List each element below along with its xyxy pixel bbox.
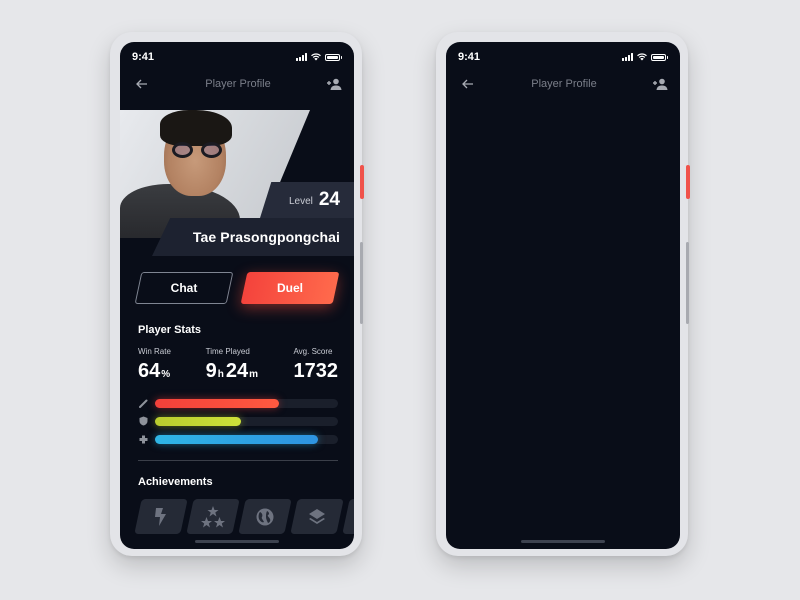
- chat-button[interactable]: Chat: [134, 272, 234, 304]
- page-title: Player Profile: [205, 78, 271, 90]
- stat-time-played: Time Played 9 h 24 m: [205, 347, 259, 382]
- add-user-icon[interactable]: [326, 77, 342, 91]
- achievements-list: [134, 499, 354, 534]
- duel-button-label: Duel: [276, 281, 303, 295]
- nav-bar: Player Profile: [120, 74, 354, 94]
- side-button: [686, 242, 689, 324]
- sword-icon: [138, 398, 148, 408]
- phone-profile-loading: 9:41 Player Profile: [436, 32, 690, 556]
- achievement-lightning[interactable]: [134, 499, 188, 534]
- shield-icon: [138, 416, 148, 426]
- home-indicator[interactable]: [521, 540, 605, 543]
- player-stats-title: Player Stats: [138, 324, 201, 336]
- health-bar-fill: [155, 434, 318, 444]
- health-cross-icon: [138, 434, 148, 444]
- stats-row: Win Rate 64 % Time Played 9 h 24 m Avg. …: [138, 347, 338, 383]
- level-badge: Level 24: [260, 182, 354, 218]
- health-bar-row: [138, 430, 338, 448]
- page-title: Player Profile: [531, 78, 597, 90]
- chat-button-label: Chat: [170, 281, 198, 295]
- player-name: Tae Prasongpongchai: [192, 229, 340, 245]
- status-bar: 9:41: [120, 50, 354, 64]
- wifi-icon: [637, 53, 647, 61]
- level-value: 24: [318, 189, 340, 210]
- home-indicator[interactable]: [195, 540, 279, 543]
- side-button-accent: [686, 165, 690, 199]
- nav-bar: Player Profile: [446, 74, 680, 94]
- screen: 9:41 Player Profile: [446, 42, 680, 549]
- globe-icon: [256, 508, 274, 525]
- add-user-icon[interactable]: [652, 77, 668, 91]
- achievement-layers[interactable]: [290, 499, 344, 534]
- duel-button[interactable]: Duel: [240, 272, 340, 304]
- stars-icon: [201, 505, 225, 527]
- status-time: 9:41: [458, 51, 481, 63]
- cellular-signal-icon: [296, 53, 307, 61]
- level-label: Level: [288, 196, 313, 207]
- side-button: [360, 242, 363, 324]
- stat-bars: [138, 394, 338, 448]
- achievement-partial[interactable]: [342, 499, 354, 534]
- health-bar: [155, 434, 338, 444]
- win-rate-value: 64: [138, 360, 161, 382]
- status-time: 9:41: [132, 51, 155, 63]
- phone-profile: 9:41 Player Profile Level 24 Tae Prasong…: [110, 32, 364, 556]
- lightning-icon: [155, 507, 166, 526]
- defense-bar-row: [138, 412, 338, 430]
- screen: 9:41 Player Profile Level 24 Tae Prasong…: [120, 42, 354, 549]
- battery-icon: [651, 53, 668, 61]
- stat-avg-score: Avg. Score 1732: [293, 347, 338, 382]
- battery-icon: [325, 53, 342, 61]
- player-name-banner: Tae Prasongpongchai: [152, 218, 354, 256]
- attack-bar-fill: [155, 398, 280, 408]
- defense-bar-fill: [155, 416, 241, 426]
- divider: [138, 460, 338, 461]
- achievement-globe[interactable]: [238, 499, 292, 534]
- status-bar: 9:41: [446, 50, 680, 64]
- layers-icon: [309, 508, 325, 524]
- achievement-stars[interactable]: [186, 499, 240, 534]
- wifi-icon: [311, 53, 321, 61]
- achievements-title: Achievements: [138, 476, 213, 488]
- side-button-accent: [360, 165, 364, 199]
- attack-bar: [155, 398, 338, 408]
- avg-score-value: 1732: [293, 360, 338, 382]
- back-arrow-icon[interactable]: [134, 77, 150, 91]
- back-arrow-icon[interactable]: [460, 77, 476, 91]
- stat-win-rate: Win Rate 64 %: [138, 347, 171, 382]
- hours-value: 9: [205, 360, 217, 382]
- cellular-signal-icon: [622, 53, 633, 61]
- minutes-value: 24: [225, 360, 249, 382]
- defense-bar: [155, 416, 338, 426]
- attack-bar-row: [138, 394, 338, 412]
